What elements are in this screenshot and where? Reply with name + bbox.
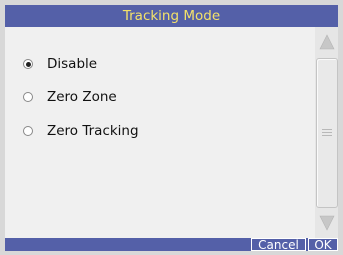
radio-button-disable[interactable] [23,59,33,69]
options-list: Disable Zero Zone Zero Tracking [5,27,315,238]
radio-button-zero-tracking[interactable] [23,126,33,136]
option-label-disable: Disable [47,56,98,72]
dialog-title: Tracking Mode [5,5,338,27]
option-label-zero-zone: Zero Zone [47,89,117,105]
ok-button[interactable]: OK [308,238,338,252]
triangle-up-icon [319,34,334,50]
scroll-up-button[interactable] [315,27,338,57]
option-zero-tracking[interactable]: Zero Tracking [23,121,139,141]
option-zero-zone[interactable]: Zero Zone [23,87,117,107]
cancel-button[interactable]: Cancel [251,238,306,252]
scroll-down-button[interactable] [315,208,338,238]
tracking-mode-dialog: Tracking Mode Disable Zero Zone Zero Tra… [5,5,338,252]
vertical-scrollbar[interactable] [315,27,338,238]
option-disable[interactable]: Disable [23,54,97,74]
radio-button-zero-zone[interactable] [23,92,33,102]
triangle-down-icon [319,215,334,231]
scroll-track[interactable] [316,58,338,208]
option-label-zero-tracking: Zero Tracking [47,123,139,139]
